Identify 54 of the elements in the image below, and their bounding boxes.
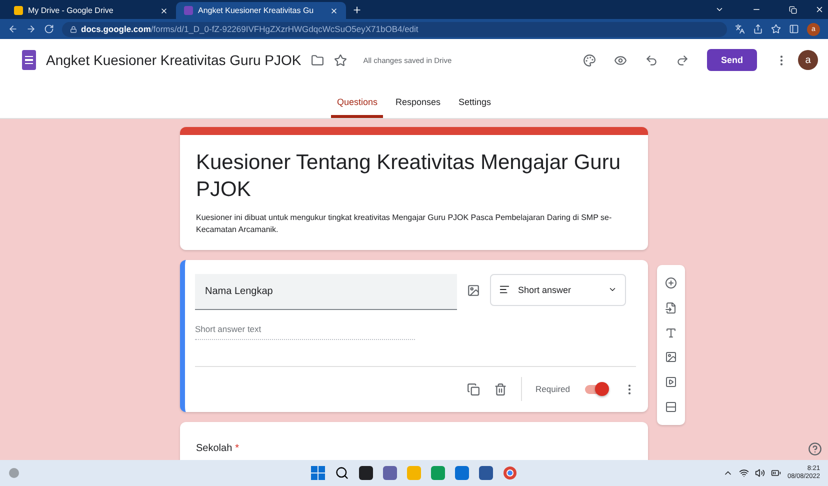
question-field[interactable]: Nama Lengkap <box>195 274 457 310</box>
form-description: Kuesioner ini dibuat untuk mengukur tingkat kreativitas Mengajar Guru PJOK Pasca Pembelajaran Daring di SMP se-Kecamatan Arcamanik. <box>196 212 613 236</box>
undo-icon[interactable] <box>645 54 658 66</box>
add-icon[interactable] <box>665 277 677 290</box>
text-icon[interactable] <box>665 326 677 339</box>
palette-icon[interactable] <box>583 54 596 66</box>
account-avatar[interactable]: a <box>798 50 818 70</box>
form-title: Kuesioner Tentang Kreativitas Mengajar Guru PJOK <box>196 150 622 204</box>
document-title: Angket Kuesioner Kreativitas Guru PJOK <box>46 52 302 68</box>
close-icon[interactable] <box>815 5 824 14</box>
address-bar[interactable]: docs.google.com/forms/d/1_D_0-fZ-92269IVFHgZXzrHWGdqcWcSuO5eyX71bOB4/edit <box>62 22 727 36</box>
chevron-down-icon[interactable] <box>715 5 724 14</box>
duplicate-icon[interactable] <box>466 382 480 396</box>
import-icon[interactable] <box>665 302 677 314</box>
form-tab[interactable]: Settings <box>452 97 498 118</box>
back-icon[interactable] <box>8 24 18 34</box>
search-icon[interactable] <box>335 466 349 480</box>
url-text: docs.google.com/forms/d/1_D_0-fZ-92269IVFHgZXzrHWGdqcWcSuO5eyX71bOB4/edit <box>81 24 418 34</box>
share-icon[interactable] <box>753 24 763 34</box>
form-tab[interactable]: Questions <box>330 97 384 118</box>
wifi-icon[interactable] <box>739 468 750 478</box>
reload-icon[interactable] <box>44 24 54 34</box>
volume-icon[interactable] <box>755 468 766 478</box>
help-icon[interactable] <box>808 442 822 456</box>
answer-field: Short answer text <box>195 324 415 340</box>
image-icon[interactable] <box>665 351 677 364</box>
close-icon[interactable] <box>330 6 338 14</box>
forms-logo-icon <box>22 50 36 70</box>
video-icon[interactable] <box>665 376 677 388</box>
translate-icon[interactable] <box>735 24 745 34</box>
required-toggle[interactable] <box>584 382 609 396</box>
short-text-icon <box>499 284 510 296</box>
restore-icon[interactable] <box>789 6 797 14</box>
lock-icon <box>70 26 77 32</box>
eye-icon[interactable] <box>614 54 627 66</box>
trash-icon[interactable] <box>494 382 506 396</box>
browser-tab[interactable]: My Drive - Google Drive <box>6 2 176 19</box>
section-icon[interactable] <box>665 400 677 413</box>
star-icon[interactable] <box>334 54 348 66</box>
plus-icon[interactable] <box>352 5 362 15</box>
start-icon[interactable] <box>311 466 325 480</box>
question-type-dropdown[interactable]: Short answer <box>490 274 626 306</box>
image-icon[interactable] <box>467 284 480 297</box>
redo-icon[interactable] <box>676 54 689 66</box>
form-tab[interactable]: Responses <box>389 97 447 118</box>
required-label: Required <box>536 384 570 394</box>
side-panel-icon[interactable] <box>789 24 799 34</box>
browser-tab[interactable]: Angket Kuesioner Kreativitas Gu <box>176 2 346 19</box>
question-title: Sekolah <box>196 442 232 454</box>
required-mark: * <box>235 442 240 454</box>
battery-icon[interactable] <box>771 468 782 478</box>
close-icon[interactable] <box>160 6 168 14</box>
forward-icon[interactable] <box>26 24 36 34</box>
send-button[interactable]: Send <box>707 49 757 71</box>
